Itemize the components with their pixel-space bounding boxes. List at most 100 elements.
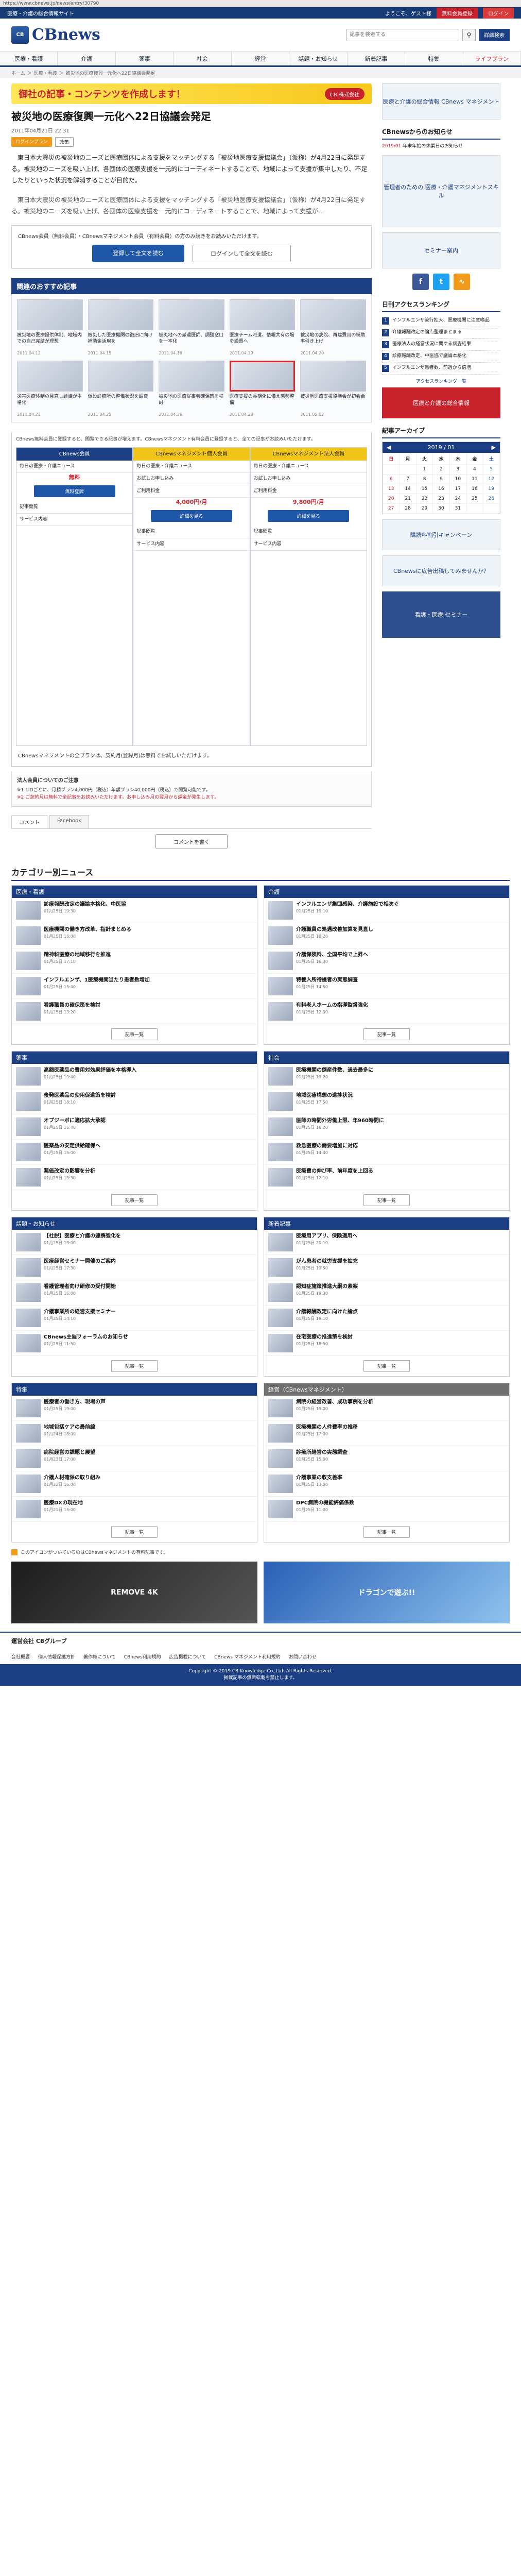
plan-individual-button[interactable]: 詳細を見る (151, 510, 232, 522)
footer-link[interactable]: 広告掲載について (169, 1653, 206, 1660)
category-item[interactable]: 病院経営の課題と展望 01月23日 17:00 (12, 1446, 257, 1471)
nav-item[interactable]: 経営 (232, 52, 290, 65)
nav-item[interactable]: 特集 (405, 52, 463, 65)
sidebar-ad-discount[interactable]: 購読料割引キャンペーン (382, 519, 500, 550)
rss-icon[interactable]: ∿ (454, 274, 470, 290)
sidebar-news-item[interactable]: 2019/01 年末年始の休業日のお知らせ (382, 143, 500, 150)
category-item[interactable]: 診療所経営の実態調査 01月25日 15:00 (264, 1446, 509, 1471)
category-more-button[interactable]: 記事一覧 (111, 1526, 158, 1538)
recommend-item[interactable]: 被災地の医療提供体制、地域内での自己完結が理想 2011.04.12 (17, 299, 83, 355)
write-comment-button[interactable]: コメントを書く (155, 834, 228, 849)
plan-corporate-button[interactable]: 詳細を見る (268, 510, 350, 522)
recommend-item[interactable]: 医療チーム派遣、情報共有の場を設置へ 2011.04.19 (229, 299, 296, 355)
sidebar-ad-banner[interactable]: 医療と介護の総合情報 (382, 387, 500, 418)
category-more-button[interactable]: 記事一覧 (111, 1360, 158, 1372)
category-item[interactable]: 地域包括ケアの最前線 01月24日 18:00 (12, 1421, 257, 1446)
sidebar-ad-seminar2[interactable]: 看護・医療 セミナー (382, 591, 500, 638)
category-item[interactable]: 医療用アプリ、保険適用へ 01月25日 20:10 (264, 1230, 509, 1255)
register-read-button[interactable]: 登録して全文を読む (92, 245, 184, 262)
category-item[interactable]: 後発医薬品の使用促進策を検討 01月25日 18:10 (12, 1089, 257, 1114)
recommend-item[interactable]: 仮設診療所の整備状況を調査 2011.04.25 (88, 361, 154, 417)
category-item[interactable]: 薬価改定の影響を分析 01月25日 13:30 (12, 1165, 257, 1190)
nav-item[interactable]: 社会 (173, 52, 232, 65)
ranking-item[interactable]: 3 医療法人の経営状況に関する調査結果 (382, 339, 500, 351)
category-more-button[interactable]: 記事一覧 (363, 1526, 410, 1538)
category-more-button[interactable]: 記事一覧 (111, 1194, 158, 1206)
category-item[interactable]: 医療者の働き方、現場の声 01月25日 19:00 (12, 1396, 257, 1421)
category-item[interactable]: 医療費の伸び率、前年度を上回る 01月25日 12:10 (264, 1165, 509, 1190)
advanced-search-button[interactable]: 詳細検索 (479, 28, 510, 41)
category-item[interactable]: 有料老人ホームの指導監督強化 01月25日 12:00 (264, 999, 509, 1024)
prev-month-icon[interactable]: ◀ (387, 444, 391, 451)
facebook-icon[interactable]: f (412, 274, 429, 290)
footer-link[interactable]: 個人情報保護方針 (38, 1653, 75, 1660)
footer-link[interactable]: CBnews マネジメント利用規約 (214, 1653, 281, 1660)
login-read-button[interactable]: ログインして全文を読む (193, 245, 291, 262)
category-more-button[interactable]: 記事一覧 (363, 1360, 410, 1372)
sidebar-ad-seminar[interactable]: セミナー案内 (382, 232, 500, 268)
recommend-item[interactable]: 災害医療体制の見直し論議が本格化 2011.04.22 (17, 361, 83, 417)
login-button[interactable]: ログイン (483, 7, 514, 19)
category-item[interactable]: 認知症施策推進大綱の素案 01月25日 19:30 (264, 1280, 509, 1306)
breadcrumb-category[interactable]: 医療・看護 (34, 70, 57, 76)
category-more-button[interactable]: 記事一覧 (363, 1194, 410, 1206)
footer-link[interactable]: 会社概要 (11, 1653, 30, 1660)
sidebar-ad-skills[interactable]: 管理者のための 医療・介護マネジメントスキル (382, 155, 500, 227)
register-button[interactable]: 無料会員登録 (437, 7, 478, 19)
nav-item[interactable]: 医療・看護 (0, 52, 58, 65)
category-more-button[interactable]: 記事一覧 (363, 1028, 410, 1040)
category-item[interactable]: 介護事業所の経営支援セミナー 01月25日 14:10 (12, 1306, 257, 1331)
recommend-item[interactable]: 被災地の病院、再建費用の補助率引き上げ 2011.04.20 (300, 299, 366, 355)
sidebar-ad-management[interactable]: 医療と介護の総合情報 CBnews マネジメント (382, 83, 500, 120)
breadcrumb-home[interactable]: ホーム (11, 70, 25, 76)
category-item[interactable]: 医薬品の安定供給確保へ 01月25日 15:00 (12, 1140, 257, 1165)
category-item[interactable]: 地域医療構想の進捗状況 01月25日 17:50 (264, 1089, 509, 1114)
recommend-item[interactable]: 医療支援の長期化に備え態勢整備 2011.04.28 (229, 361, 296, 417)
ranking-item[interactable]: 5 インフルエンザ患者数、前週から倍増 (382, 363, 500, 375)
nav-item[interactable]: 新着記事 (348, 52, 406, 65)
footer-link[interactable]: お問い合わせ (289, 1653, 317, 1660)
nav-item[interactable]: 薬事 (116, 52, 174, 65)
category-item[interactable]: 介護人材確保の取り組み 01月22日 16:00 (12, 1471, 257, 1497)
ranking-more-link[interactable]: アクセスランキング一覧 (382, 375, 500, 387)
category-item[interactable]: インフルエンザ集団感染、介護施設で相次ぐ 01月25日 19:10 (264, 898, 509, 923)
recommend-item[interactable]: 被災地への派遣医師、調整窓口を一本化 2011.04.18 (159, 299, 224, 355)
promo-banner[interactable]: 御社の記事・コンテンツを作成します！ CB 株式会社 (11, 83, 372, 104)
article-tag[interactable]: ログインプラン (11, 137, 52, 147)
category-more-button[interactable]: 記事一覧 (111, 1028, 158, 1040)
category-item[interactable]: 看護職員の確保策を検討 01月25日 13:20 (12, 999, 257, 1024)
footer-link[interactable]: CBnews利用規約 (124, 1653, 161, 1660)
category-item[interactable]: 医療機関の働き方改革、指針まとめる 01月25日 18:00 (12, 923, 257, 948)
bottom-ad[interactable]: ドラゴンで遊ぶ!! (264, 1562, 510, 1623)
category-item[interactable]: DPC病院の機能評価係数 01月25日 11:00 (264, 1497, 509, 1522)
category-item[interactable]: CBnews主催フォーラムのお知らせ 01月25日 11:50 (12, 1331, 257, 1356)
bottom-ad[interactable]: REMOVE 4K (11, 1562, 257, 1623)
category-item[interactable]: 介護報酬改定に向けた論点 01月25日 19:10 (264, 1306, 509, 1331)
article-tag[interactable]: 政策 (55, 137, 74, 147)
category-item[interactable]: 医師の時間外労働上限、年960時間に 01月25日 16:20 (264, 1114, 509, 1140)
category-item[interactable]: 介護保険料、全国平均で上昇へ 01月25日 16:30 (264, 948, 509, 974)
category-item[interactable]: 介護職員の処遇改善加算を見直し 01月25日 18:20 (264, 923, 509, 948)
footer-link[interactable]: 著作権について (83, 1653, 116, 1660)
category-item[interactable]: 介護事業の収支差率 01月25日 13:00 (264, 1471, 509, 1497)
nav-item[interactable]: 介護 (58, 52, 116, 65)
category-item[interactable]: オプジーボに適応拡大承認 01月25日 16:40 (12, 1114, 257, 1140)
search-input[interactable] (346, 28, 459, 41)
recommend-item[interactable]: 被災した医療機関の復旧に向け補助金活用を 2011.04.15 (88, 299, 154, 355)
category-item[interactable]: 在宅医療の推進策を検討 01月25日 18:50 (264, 1331, 509, 1356)
nav-item[interactable]: ライフプラン (463, 52, 521, 65)
ranking-item[interactable]: 2 介護報酬改定の論点整理まとまる (382, 327, 500, 339)
recommend-item[interactable]: 被災地医療支援協議会が初会合 2011.05.02 (300, 361, 366, 417)
tab-facebook[interactable]: Facebook (49, 815, 89, 828)
category-item[interactable]: 高額医薬品の費用対効果評価を本格導入 01月25日 19:40 (12, 1064, 257, 1089)
category-item[interactable]: 医療DXの現在地 01月21日 15:00 (12, 1497, 257, 1522)
category-item[interactable]: 看護管理者向け研修の受付開始 01月25日 16:00 (12, 1280, 257, 1306)
nav-item[interactable]: 話題・お知らせ (289, 52, 348, 65)
ranking-item[interactable]: 4 診療報酬改定、中医協で議論本格化 (382, 351, 500, 363)
tab-comments[interactable]: コメント (11, 815, 47, 828)
sidebar-ad-advertise[interactable]: CBnewsに広告出稿してみませんか？ (382, 555, 500, 586)
twitter-icon[interactable]: t (433, 274, 449, 290)
category-item[interactable]: 医療経営セミナー開催のご案内 01月25日 17:30 (12, 1255, 257, 1280)
category-item[interactable]: がん患者の就労支援を拡充 01月25日 19:50 (264, 1255, 509, 1280)
search-icon[interactable]: ⚲ (462, 28, 476, 41)
